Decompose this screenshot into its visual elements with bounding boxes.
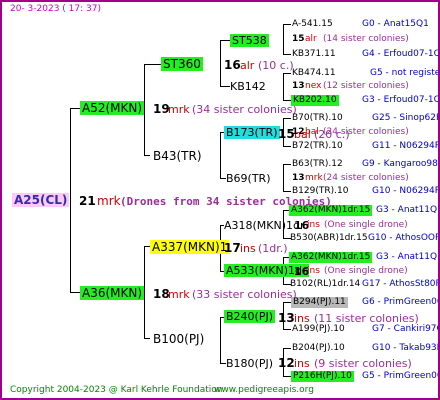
row-14-origin: G10 - AthosOOR xyxy=(368,233,440,243)
node-b180[interactable]: B180(PJ) xyxy=(226,358,273,369)
gg8-note: (9 sister colonies) xyxy=(314,357,412,370)
row-17-id[interactable]: B294(PJ).11 xyxy=(291,297,348,308)
row-15-origin: G3 - Anat11Q xyxy=(376,252,438,262)
node-b100[interactable]: B100(PJ) xyxy=(153,333,204,345)
g3-note: (1dr.) xyxy=(258,242,288,255)
node-st360[interactable]: ST360 xyxy=(161,57,203,71)
row-6-id[interactable]: KB202.10 xyxy=(291,95,339,106)
node-a52[interactable]: A52(MKN) xyxy=(80,101,145,115)
row-3-id[interactable]: KB371.11 xyxy=(292,50,336,59)
row-1-id[interactable]: A-541.15 xyxy=(292,20,333,29)
row-10-origin: G9 - Kangaroo98R xyxy=(362,159,440,169)
row-12-origin: G10 - N06294R xyxy=(372,186,440,196)
row-17-origin: G6 - PrimGreen00 xyxy=(362,297,440,307)
row-11-mark: mrk xyxy=(305,173,323,183)
row-11-count: 13 xyxy=(292,173,305,183)
row-15-id[interactable]: A362(MKN)1dr.15 xyxy=(289,252,373,263)
row-2-mark: alr xyxy=(305,34,317,44)
node-st538[interactable]: ST538 xyxy=(230,34,269,47)
gg6-mark: ins xyxy=(307,266,320,276)
g1-note: (10 c.) xyxy=(258,59,294,72)
gg5-mark: ins xyxy=(307,220,320,230)
row-16-id[interactable]: B102(RL)1dr.14 xyxy=(290,280,360,289)
row-18-id[interactable]: A199(PJ).10 xyxy=(292,325,345,334)
row-19-origin: G10 - Takab93R xyxy=(372,343,440,353)
row-7-origin: G25 - Sinop62R xyxy=(372,113,440,123)
row-2-note: (14 sister colonies) xyxy=(323,34,409,44)
row-14-id[interactable]: B530(ABR)1dr.15 xyxy=(290,234,368,243)
row-11-note: (24 sister colonies) xyxy=(323,173,409,183)
row-8-note: (24 sister colonies) xyxy=(323,127,409,137)
node-a337[interactable]: A337(MKN)1 xyxy=(150,240,230,254)
row-8-mark: bal xyxy=(305,127,319,137)
gg8-count: 12 xyxy=(278,356,295,370)
row-12-id[interactable]: B129(TR).10 xyxy=(292,187,348,196)
row-6-origin: G3 - Erfoud07-1Q xyxy=(362,95,440,105)
row-13-origin: G3 - Anat11Q xyxy=(376,205,438,215)
gg8-mark: ins xyxy=(294,357,310,370)
pedigree-frame: 20- 3-2023 ( 17: 37) A25(CL) 21 mrk (Dro… xyxy=(0,0,440,400)
row-8-count: 12 xyxy=(292,127,305,137)
node-kb142[interactable]: KB142 xyxy=(230,81,266,92)
gg7-mark: ins xyxy=(294,312,310,325)
gg5-note: (One single drone) xyxy=(324,220,408,230)
node-b240[interactable]: B240(PJ) xyxy=(224,310,276,323)
row-19-id[interactable]: B204(PJ).10 xyxy=(292,344,345,353)
row-20-origin: G5 - PrimGreen00 xyxy=(362,371,440,381)
row-4-id[interactable]: KB474.11 xyxy=(292,69,336,78)
node-a318[interactable]: A318(MKN)1dr xyxy=(224,220,305,231)
row-9-id[interactable]: B72(TR).10 xyxy=(292,142,343,151)
row-5-mark: nex xyxy=(305,81,322,91)
footer-copyright: Copyright 2004-2023 @ Karl Kehrle Founda… xyxy=(10,385,223,395)
root-mark: mrk xyxy=(97,194,121,208)
row-7-id[interactable]: B70(TR).10 xyxy=(292,114,343,123)
root-node[interactable]: A25(CL) xyxy=(12,193,70,207)
row-16-origin: G17 - AthosSt80R xyxy=(362,279,440,289)
row-13-id[interactable]: A362(MKN)1dr.15 xyxy=(289,205,373,216)
gg7-count: 13 xyxy=(278,311,295,325)
g3-count: 17 xyxy=(224,241,241,255)
node-b69[interactable]: B69(TR) xyxy=(226,173,271,184)
p2-mark: mrk xyxy=(168,288,190,301)
row-9-origin: G11 - N06294R xyxy=(372,141,440,151)
date-stamp: 20- 3-2023 ( 17: 37) xyxy=(10,4,101,14)
g1-count: 16 xyxy=(224,58,241,72)
footer-site-link[interactable]: www.pedigreeapis.org xyxy=(214,386,314,395)
row-20-id[interactable]: P216H(PJ).10 xyxy=(291,371,354,382)
row-2-count: 15 xyxy=(292,34,305,44)
row-5-note: (12 sister colonies) xyxy=(323,81,409,91)
root-count: 21 xyxy=(79,194,96,208)
row-5-count: 13 xyxy=(292,81,305,91)
row-18-origin: G7 - Cankiri97Q xyxy=(372,324,440,334)
gg7-note: (11 sister colonies) xyxy=(314,312,419,325)
p1-mark: mrk xyxy=(168,103,190,116)
node-a36[interactable]: A36(MKN) xyxy=(80,286,145,300)
g1-mark: alr xyxy=(240,59,255,72)
gg6-note: (One single drone) xyxy=(324,266,408,276)
node-b43[interactable]: B43(TR) xyxy=(153,150,202,162)
row-3-origin: G4 - Erfoud07-1Q xyxy=(362,49,440,59)
p2-note: (33 sister colonies) xyxy=(192,288,297,301)
p1-note: (34 sister colonies) xyxy=(192,103,297,116)
row-10-id[interactable]: B63(TR).12 xyxy=(292,160,343,169)
node-b173[interactable]: B173(TR) xyxy=(224,126,280,139)
g3-mark: ins xyxy=(240,242,256,255)
row-1-origin: G0 - Anat15Q1 xyxy=(362,19,429,29)
row-4-origin: G5 - not registe xyxy=(370,68,440,78)
